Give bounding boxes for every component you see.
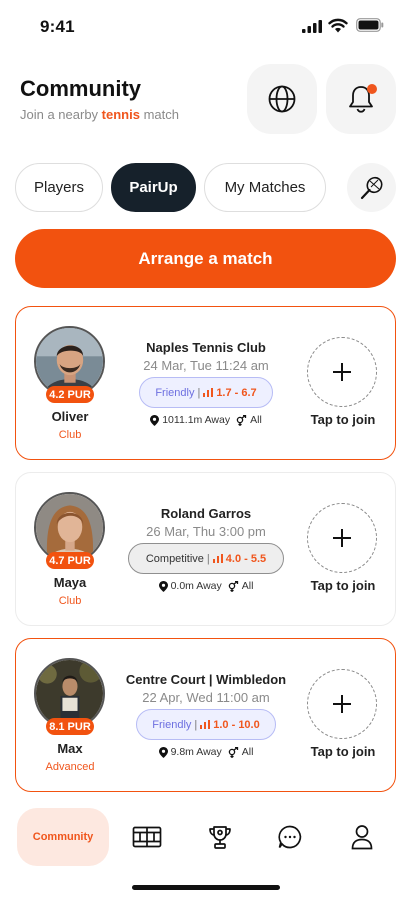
player-photo (36, 494, 103, 561)
cellular-signal-icon (302, 20, 322, 33)
notifications-button[interactable] (326, 64, 396, 134)
match-datetime: 26 Mar, Thu 3:00 pm (146, 524, 266, 539)
profile-icon (351, 825, 373, 850)
sport-selector-button[interactable] (347, 163, 396, 212)
arrange-match-button[interactable]: Arrange a match (15, 229, 396, 288)
match-meta: 1011.1m Away All (122, 414, 290, 426)
sport-highlight: tennis (101, 107, 140, 122)
location-pin-icon (158, 580, 168, 592)
level-bars-icon (200, 720, 211, 729)
level-bars-icon (203, 388, 214, 397)
gender-icon (236, 414, 247, 426)
plus-icon (333, 529, 351, 547)
match-type: Friendly (152, 718, 192, 731)
plus-icon (333, 363, 351, 381)
tab-my-matches[interactable]: My Matches (204, 163, 326, 212)
match-card[interactable]: 4.7 PUR Maya Club Roland Garros 26 Mar, … (15, 472, 396, 626)
notification-badge (367, 84, 377, 94)
match-type: Competitive (145, 552, 204, 565)
trophy-icon (209, 826, 231, 849)
level-bars-icon (212, 554, 223, 563)
tab-pairup[interactable]: PairUp (111, 163, 196, 212)
nav-item-community[interactable]: Community (17, 808, 109, 866)
page-subtitle: Join a nearby tennis match (20, 107, 179, 122)
gender-icon (228, 580, 238, 592)
join-label[interactable]: Tap to join (298, 412, 388, 427)
nav-item-chat[interactable] (275, 822, 305, 852)
player-level: Club (58, 429, 82, 441)
player-name: Max (57, 741, 83, 756)
level-range: 1.7 - 6.7 (216, 386, 257, 399)
match-type-badge: Friendly | 1.7 - 6.7 (139, 377, 273, 408)
status-bar: 9:41 (0, 0, 412, 52)
chat-icon (278, 825, 302, 849)
status-time: 9:41 (40, 17, 75, 36)
court-icon (132, 826, 162, 848)
match-meta: 9.8m Away All (122, 746, 290, 758)
venue-name: Naples Tennis Club (146, 340, 266, 355)
tennis-racket-icon (360, 176, 383, 199)
page-title: Community (20, 76, 141, 101)
gender-icon (228, 746, 238, 758)
join-label[interactable]: Tap to join (298, 744, 388, 759)
wifi-icon (328, 18, 348, 33)
pur-rating-badge: 4.7 PUR (46, 552, 94, 569)
gender: All (250, 414, 262, 426)
level-range: 1.0 - 10.0 (213, 718, 260, 731)
player-level: Advanced (45, 761, 95, 773)
pur-rating-badge: 8.1 PUR (46, 718, 94, 735)
language-button[interactable] (247, 64, 317, 134)
match-type: Friendly (155, 386, 195, 399)
nav-item-courts[interactable] (132, 822, 162, 852)
battery-icon (356, 18, 384, 32)
player-photo (36, 328, 103, 395)
home-indicator (132, 885, 280, 890)
nav-item-profile[interactable] (347, 822, 377, 852)
plus-icon (333, 695, 351, 713)
globe-icon (268, 85, 296, 113)
match-datetime: 22 Apr, Wed 11:00 am (142, 690, 270, 705)
gender: All (241, 746, 254, 758)
gender: All (241, 580, 254, 592)
pur-rating-badge: 4.2 PUR (46, 386, 94, 403)
join-button[interactable] (307, 669, 377, 739)
tab-players[interactable]: Players (15, 163, 103, 212)
player-photo (36, 660, 103, 727)
join-button[interactable] (307, 337, 377, 407)
location-pin-icon (150, 414, 160, 426)
match-type-badge: Friendly | 1.0 - 10.0 (136, 709, 276, 740)
nav-item-tournaments[interactable] (205, 822, 235, 852)
distance: 1011.1m Away (162, 414, 231, 426)
venue-name: Centre Court | Wimbledon (125, 672, 287, 687)
join-button[interactable] (307, 503, 377, 573)
player-name: Oliver (51, 409, 89, 424)
match-meta: 0.0m Away All (122, 580, 290, 592)
join-label[interactable]: Tap to join (298, 578, 388, 593)
location-pin-icon (158, 746, 168, 758)
level-range: 4.0 - 5.5 (225, 552, 267, 565)
match-type-badge: Competitive | 4.0 - 5.5 (128, 543, 284, 574)
match-card[interactable]: 8.1 PUR Max Advanced Centre Court | Wimb… (15, 638, 396, 792)
player-level: Club (58, 595, 82, 607)
match-datetime: 24 Mar, Tue 11:24 am (143, 358, 269, 373)
match-card[interactable]: 4.2 PUR Oliver Club Naples Tennis Club 2… (15, 306, 396, 460)
player-name: Maya (53, 575, 87, 590)
venue-name: Roland Garros (160, 506, 252, 521)
distance: 0.0m Away (170, 580, 222, 592)
distance: 9.8m Away (170, 746, 222, 758)
